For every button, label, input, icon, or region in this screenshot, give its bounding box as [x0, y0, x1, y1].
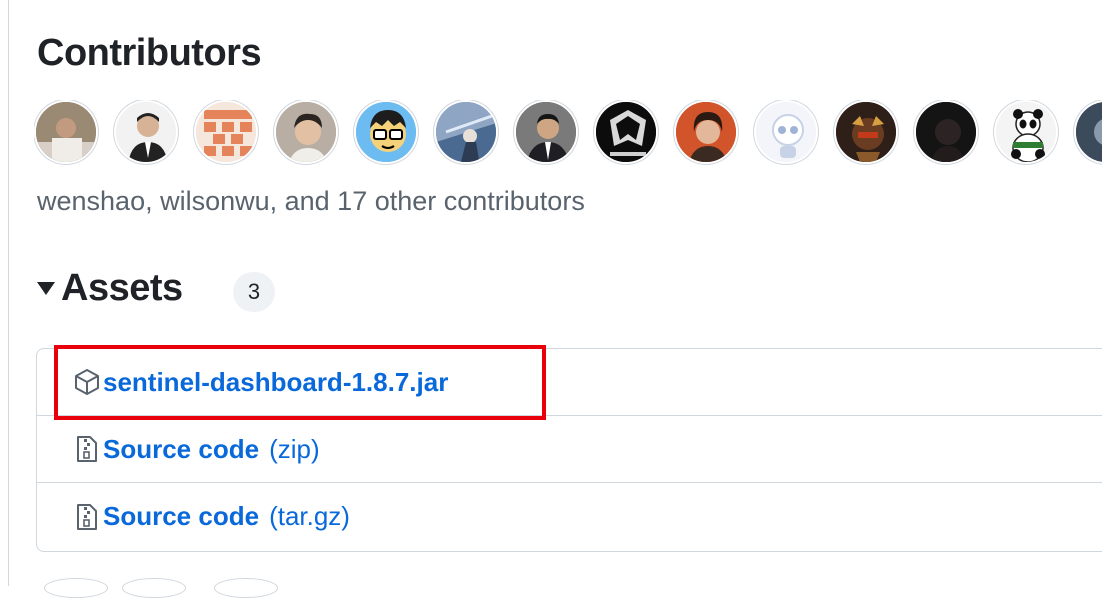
contributor-avatar[interactable]	[594, 100, 658, 164]
asset-link-source-zip[interactable]: Source code	[103, 434, 259, 465]
contributor-avatar[interactable]	[114, 100, 178, 164]
assets-count-badge: 3	[233, 272, 275, 312]
avatar-image	[196, 102, 256, 162]
contributor-avatar[interactable]	[274, 100, 338, 164]
contributor-avatar[interactable]	[754, 100, 818, 164]
contributor-avatar[interactable]	[34, 100, 98, 164]
asset-format-targz: (tar.gz)	[269, 501, 350, 531]
reaction-button[interactable]	[214, 578, 278, 598]
avatar-image	[676, 102, 736, 162]
contributor-avatar[interactable]	[514, 100, 578, 164]
assets-toggle[interactable]: Assets	[37, 266, 183, 310]
avatar-image	[36, 102, 96, 162]
avatar-image	[516, 102, 576, 162]
avatar-image	[436, 102, 496, 162]
avatar-image	[116, 102, 176, 162]
contributors-summary: wenshao, wilsonwu, and 17 other contribu…	[37, 186, 585, 216]
contributor-avatar[interactable]	[434, 100, 498, 164]
reaction-button[interactable]	[122, 578, 186, 598]
avatar-image	[996, 102, 1056, 162]
contributor-avatar[interactable]	[354, 100, 418, 164]
contributor-avatar[interactable]	[834, 100, 898, 164]
asset-format-zip: (zip)	[269, 433, 320, 464]
contributor-avatar[interactable]	[674, 100, 738, 164]
contributor-avatar[interactable]	[1074, 100, 1102, 164]
contributor-avatars	[34, 100, 1102, 168]
file-zip-icon	[77, 436, 97, 462]
avatar-image	[836, 102, 896, 162]
asset-row: Source code (tar.gz)	[37, 483, 1102, 550]
assets-heading: Assets	[61, 266, 183, 309]
left-divider	[8, 0, 9, 586]
avatar-image	[756, 102, 816, 162]
asset-link-source-targz[interactable]: Source code	[103, 501, 259, 532]
avatar-image	[276, 102, 336, 162]
contributor-avatar[interactable]	[914, 100, 978, 164]
file-zip-icon	[77, 503, 97, 530]
avatar-image	[596, 102, 656, 162]
avatar-image	[1076, 102, 1102, 162]
asset-row: Source code (zip)	[37, 416, 1102, 483]
caret-down-icon	[37, 281, 55, 295]
avatar-image	[916, 102, 976, 162]
contributors-heading: Contributors	[37, 32, 262, 74]
avatar-image	[356, 102, 416, 162]
highlight-annotation	[54, 345, 546, 420]
contributor-avatar[interactable]	[194, 100, 258, 164]
contributor-avatar[interactable]	[994, 100, 1058, 164]
reaction-button[interactable]	[44, 578, 108, 598]
